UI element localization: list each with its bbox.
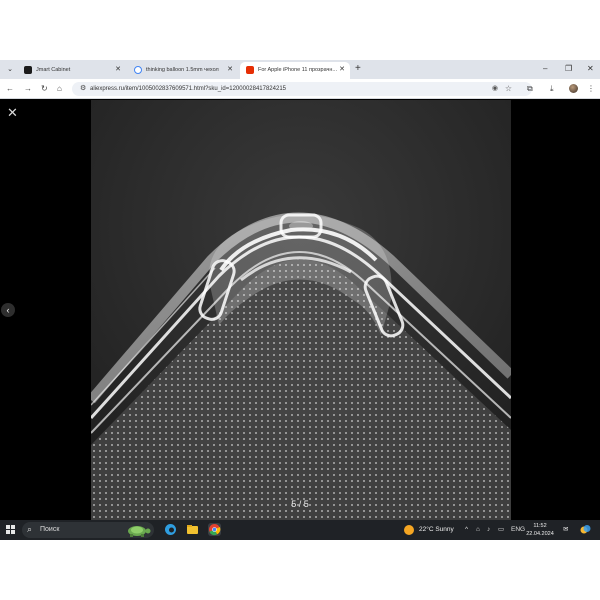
- notifications-icon[interactable]: ✉: [563, 525, 568, 534]
- language-indicator[interactable]: ENG: [511, 525, 525, 534]
- bookmark-star-icon[interactable]: ☆: [505, 83, 512, 95]
- turtle-illustration-icon: [128, 526, 151, 537]
- clock[interactable]: 11:52 22.04.2024: [525, 522, 555, 538]
- volume-icon[interactable]: ♪: [487, 525, 490, 534]
- google-favicon-icon: [134, 66, 142, 74]
- close-viewer-icon[interactable]: ✕: [7, 106, 18, 120]
- minimize-button[interactable]: –: [543, 63, 547, 75]
- new-tab-button[interactable]: +: [355, 63, 361, 75]
- jmart-favicon-icon: [24, 66, 32, 74]
- tab-close-icon[interactable]: ✕: [339, 65, 345, 75]
- aliexpress-favicon-icon: [246, 66, 254, 74]
- url-text: aliexpress.ru/item/1005002837609571.html…: [90, 86, 286, 92]
- profile-avatar[interactable]: [569, 84, 578, 93]
- tab-title: For Apple iPhone 11 прозрачн...: [258, 67, 338, 73]
- forward-icon[interactable]: →: [24, 83, 32, 95]
- battery-icon[interactable]: ▭: [498, 525, 504, 534]
- windows-start-icon[interactable]: [6, 525, 16, 535]
- menu-icon[interactable]: ⋮: [587, 83, 595, 95]
- tab-close-icon[interactable]: ✕: [227, 65, 233, 75]
- search-icon: ⌕: [27, 524, 33, 534]
- reload-icon[interactable]: ↻: [41, 83, 48, 95]
- previous-image-button[interactable]: ‹: [1, 303, 15, 317]
- site-info-icon[interactable]: ⚙: [80, 83, 86, 95]
- tracking-protection-icon[interactable]: ◉: [492, 83, 498, 95]
- weather-sun-icon[interactable]: [404, 525, 414, 535]
- windows-taskbar: ⌕ Поиск 22°C Sunny ^ ⌂ ♪ ▭ ENG 11:52 22.…: [0, 520, 600, 540]
- tab-search-button[interactable]: ⌄: [4, 64, 16, 76]
- copilot-icon[interactable]: [580, 524, 591, 538]
- tray-overflow-chevron-icon[interactable]: ^: [465, 525, 468, 534]
- taskbar-search-box[interactable]: ⌕ Поиск: [22, 522, 154, 538]
- tab-title: thinking balloon 1.5mm чехол: [146, 67, 219, 73]
- image-counter: 5 / 5: [291, 499, 309, 509]
- image-viewer: ✕ ‹ 5 / 5: [0, 100, 600, 520]
- browser-toolbar: ← → ↻ ⌂ ⚙ aliexpress.ru/item/10050028376…: [0, 79, 600, 99]
- tab-bar: ⌄ Jmart Cabinet ✕ thinking balloon 1.5mm…: [0, 60, 600, 79]
- tab-title: Jmart Cabinet: [36, 67, 71, 73]
- close-window-button[interactable]: ✕: [587, 63, 594, 75]
- address-bar[interactable]: ⚙ aliexpress.ru/item/1005002837609571.ht…: [72, 82, 532, 96]
- clock-time: 11:52: [533, 523, 547, 529]
- restore-button[interactable]: ❐: [565, 63, 572, 75]
- download-icon[interactable]: ⤓: [550, 83, 554, 95]
- back-icon[interactable]: ←: [6, 83, 14, 95]
- product-photo: [91, 100, 511, 520]
- tab-close-icon[interactable]: ✕: [115, 65, 121, 75]
- chrome-icon[interactable]: [208, 523, 221, 536]
- tab-thinking-balloon[interactable]: thinking balloon 1.5mm чехол ✕: [128, 62, 238, 79]
- tab-jmart-cabinet[interactable]: Jmart Cabinet ✕: [18, 62, 126, 79]
- edge-icon[interactable]: [164, 523, 177, 536]
- file-explorer-icon[interactable]: [186, 523, 199, 536]
- extensions-icon[interactable]: ⧉: [527, 83, 533, 95]
- weather-text[interactable]: 22°C Sunny: [419, 526, 454, 534]
- clock-date: 22.04.2024: [526, 531, 554, 537]
- search-placeholder: Поиск: [40, 526, 60, 533]
- network-icon[interactable]: ⌂: [476, 525, 480, 534]
- tab-aliexpress[interactable]: For Apple iPhone 11 прозрачн... ✕: [240, 62, 350, 79]
- home-icon[interactable]: ⌂: [57, 83, 62, 95]
- screen: ⌄ Jmart Cabinet ✕ thinking balloon 1.5mm…: [0, 60, 600, 540]
